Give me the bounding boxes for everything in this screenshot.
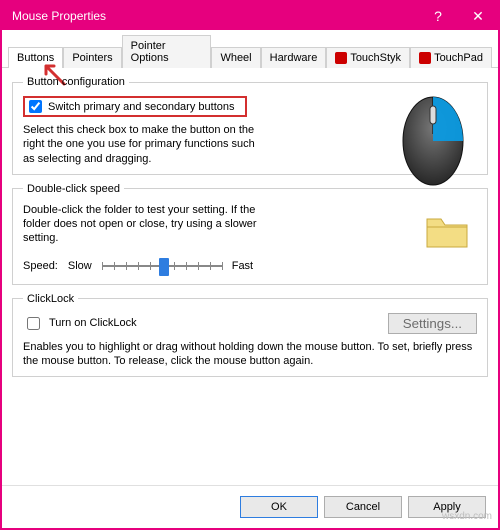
slider-tick [198,262,199,270]
speed-slider[interactable] [102,256,222,276]
speed-slow-label: Slow [68,260,92,272]
cancel-button[interactable]: Cancel [324,496,402,518]
titlebar: Mouse Properties ? ✕ [2,2,498,30]
button-configuration-group: Button configuration Switch primary and … [12,76,488,175]
slider-tick [102,262,103,270]
clicklock-row: Turn on ClickLock Settings... [23,313,477,334]
slider-tick [114,262,115,270]
tab-pointer-options[interactable]: Pointer Options [122,35,212,68]
tab-label: TouchPad [434,52,483,64]
tab-hardware[interactable]: Hardware [261,47,327,68]
tab-pointers[interactable]: Pointers [63,47,121,68]
tab-touchstyk[interactable]: TouchStyk [326,47,410,68]
synaptics-icon [419,52,431,64]
clicklock-hint: Enables you to highlight or drag without… [23,340,477,369]
clicklock-label: Turn on ClickLock [49,317,137,329]
slider-tick [222,262,223,270]
group-legend: Double-click speed [23,183,124,195]
switch-buttons-row: Switch primary and secondary buttons [23,96,247,117]
double-click-hint: Double-click the folder to test your set… [23,203,283,246]
clicklock-checkbox[interactable] [27,317,40,330]
tab-label: Pointer Options [131,40,203,64]
speed-row: Speed: Slow Fast [23,256,477,276]
synaptics-icon [335,52,347,64]
tab-label: Buttons [17,52,54,64]
switch-buttons-checkbox[interactable] [29,100,42,113]
double-click-speed-group: Double-click speed Double-click the fold… [12,183,488,285]
slider-tick [126,262,127,270]
tab-buttons[interactable]: Buttons [8,47,63,68]
tab-label: Wheel [220,52,251,64]
group-legend: Button configuration [23,76,129,88]
speed-fast-label: Fast [232,260,253,272]
tab-strip: Buttons Pointers Pointer Options Wheel H… [2,30,498,68]
ok-button[interactable]: OK [240,496,318,518]
tab-touchpad[interactable]: TouchPad [410,47,492,68]
tab-label: Hardware [270,52,318,64]
slider-tick [174,262,175,270]
speed-label: Speed: [23,260,58,272]
mouse-properties-window: Mouse Properties ? ✕ Buttons Pointers Po… [0,0,500,530]
switch-buttons-label: Switch primary and secondary buttons [48,101,234,113]
clicklock-settings-button: Settings... [388,313,477,334]
switch-buttons-hint: Select this check box to make the button… [23,123,263,166]
dialog-footer: OK Cancel Apply [2,485,498,528]
help-button[interactable]: ? [418,2,458,30]
slider-tick [150,262,151,270]
slider-thumb[interactable] [159,258,169,276]
tab-wheel[interactable]: Wheel [211,47,260,68]
slider-tick [210,262,211,270]
mouse-preview-icon [397,94,469,188]
group-legend: ClickLock [23,293,78,305]
test-folder-icon[interactable] [425,215,469,251]
slider-tick [138,262,139,270]
clicklock-group: ClickLock Turn on ClickLock Settings... … [12,293,488,378]
watermark: wsxdn.com [442,511,492,522]
tab-label: Pointers [72,52,112,64]
close-button[interactable]: ✕ [458,2,498,30]
tab-label: TouchStyk [350,52,401,64]
window-title: Mouse Properties [12,9,418,23]
tab-content: Button configuration Switch primary and … [2,68,498,485]
slider-tick [186,262,187,270]
